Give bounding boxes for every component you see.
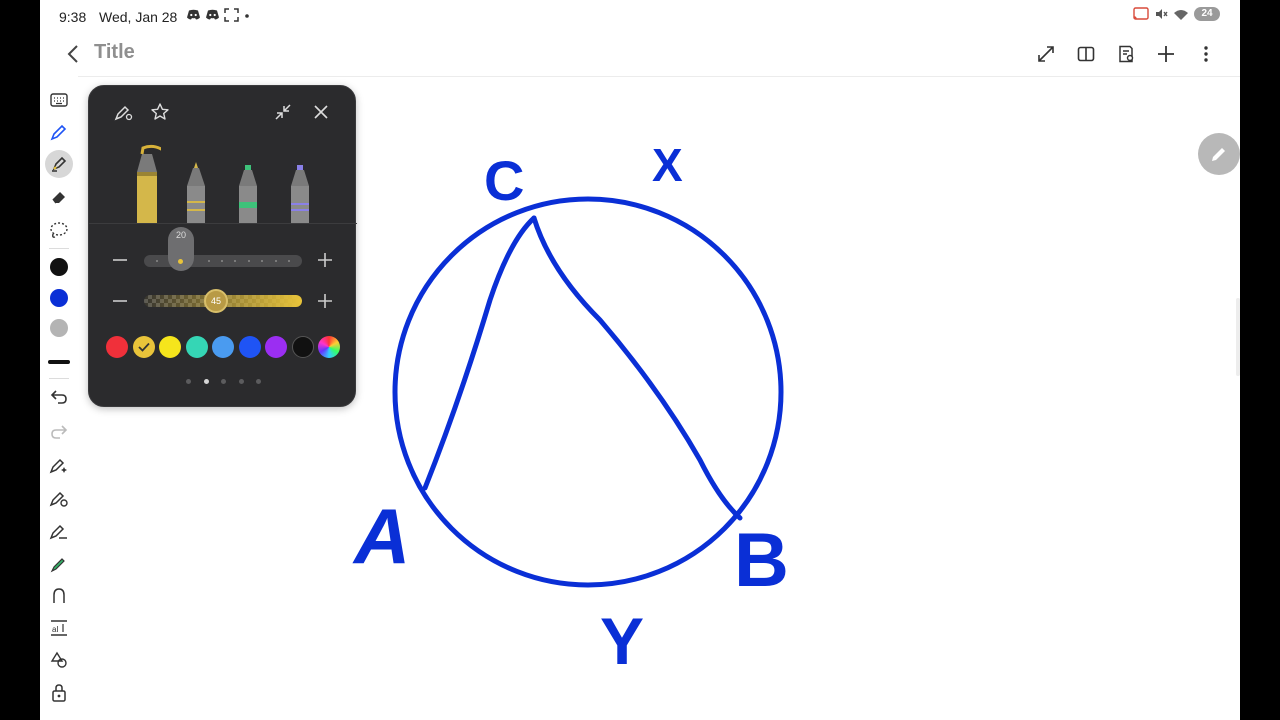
color-swatch[interactable] xyxy=(212,336,234,358)
size-tick xyxy=(275,260,277,262)
custom-color-swatch[interactable] xyxy=(318,336,340,358)
plus-icon xyxy=(318,294,332,308)
pen-settings-panel: 20 45 xyxy=(88,85,357,407)
minus-icon xyxy=(113,259,127,261)
color-palette xyxy=(106,336,342,358)
label-x: X xyxy=(652,139,683,191)
size-decrease-button[interactable] xyxy=(110,250,130,270)
color-swatch[interactable] xyxy=(106,336,128,358)
pen-row-divider xyxy=(89,223,357,224)
size-tick xyxy=(288,260,290,262)
pen-style-button[interactable] xyxy=(111,99,137,125)
ink-chord-ca xyxy=(422,215,537,491)
page-dot[interactable] xyxy=(238,379,244,384)
color-swatch[interactable] xyxy=(159,336,181,358)
plus-icon xyxy=(318,253,332,267)
star-icon xyxy=(151,103,169,120)
page-dot[interactable] xyxy=(186,379,191,384)
color-swatch[interactable] xyxy=(185,336,208,358)
page-dot[interactable] xyxy=(203,379,209,384)
size-tick xyxy=(248,260,250,262)
size-tick xyxy=(156,260,158,262)
size-tick xyxy=(208,260,210,262)
brush-pen-icon[interactable] xyxy=(288,164,312,224)
size-tick xyxy=(221,260,223,262)
minimize-panel-button[interactable] xyxy=(270,99,296,125)
size-value: 20 xyxy=(175,230,186,240)
size-increase-button[interactable] xyxy=(315,250,335,270)
pen-settings-icon xyxy=(114,105,133,121)
minus-icon xyxy=(113,300,127,302)
marker-pen-icon[interactable] xyxy=(236,164,260,224)
color-swatch[interactable] xyxy=(132,336,155,358)
size-tick xyxy=(261,260,263,262)
opacity-decrease-button[interactable] xyxy=(110,291,130,311)
highlighter-pen-icon[interactable] xyxy=(133,142,161,224)
color-swatch[interactable] xyxy=(291,336,314,358)
color-swatch[interactable] xyxy=(265,336,287,358)
opacity-increase-button[interactable] xyxy=(315,291,335,311)
label-b: B xyxy=(734,518,789,603)
page-dot[interactable] xyxy=(256,379,261,384)
size-dot xyxy=(178,259,183,264)
close-panel-button[interactable] xyxy=(308,99,334,125)
opacity-value: 45 xyxy=(210,296,221,306)
label-y: Y xyxy=(600,604,644,678)
size-tick xyxy=(234,260,236,262)
checkmark-icon xyxy=(137,342,150,352)
ink-strokes xyxy=(392,196,784,588)
pen-type-row xyxy=(89,142,357,224)
size-slider-thumb[interactable]: 20 xyxy=(168,227,194,271)
palette-page-indicator xyxy=(89,377,357,387)
favorite-button[interactable] xyxy=(147,99,173,125)
ink-labels: C X A B Y xyxy=(352,139,789,678)
pencil-pen-icon[interactable] xyxy=(184,162,208,224)
page-dot[interactable] xyxy=(221,379,226,384)
collapse-icon xyxy=(275,104,291,120)
color-swatch[interactable] xyxy=(238,336,261,358)
note-screen: 9:38 Wed, Jan 28 24 Title aI C X A B Y 2… xyxy=(40,0,1240,720)
label-c: C xyxy=(484,149,524,212)
scroll-handle[interactable] xyxy=(1236,298,1240,376)
ink-circle xyxy=(392,196,784,588)
label-a: A xyxy=(352,492,410,580)
opacity-slider-thumb[interactable]: 45 xyxy=(204,289,228,313)
ink-chord-cb xyxy=(531,215,743,521)
pencil-icon xyxy=(1212,148,1225,161)
floating-pen-button[interactable] xyxy=(1198,133,1240,175)
close-icon xyxy=(314,105,328,119)
